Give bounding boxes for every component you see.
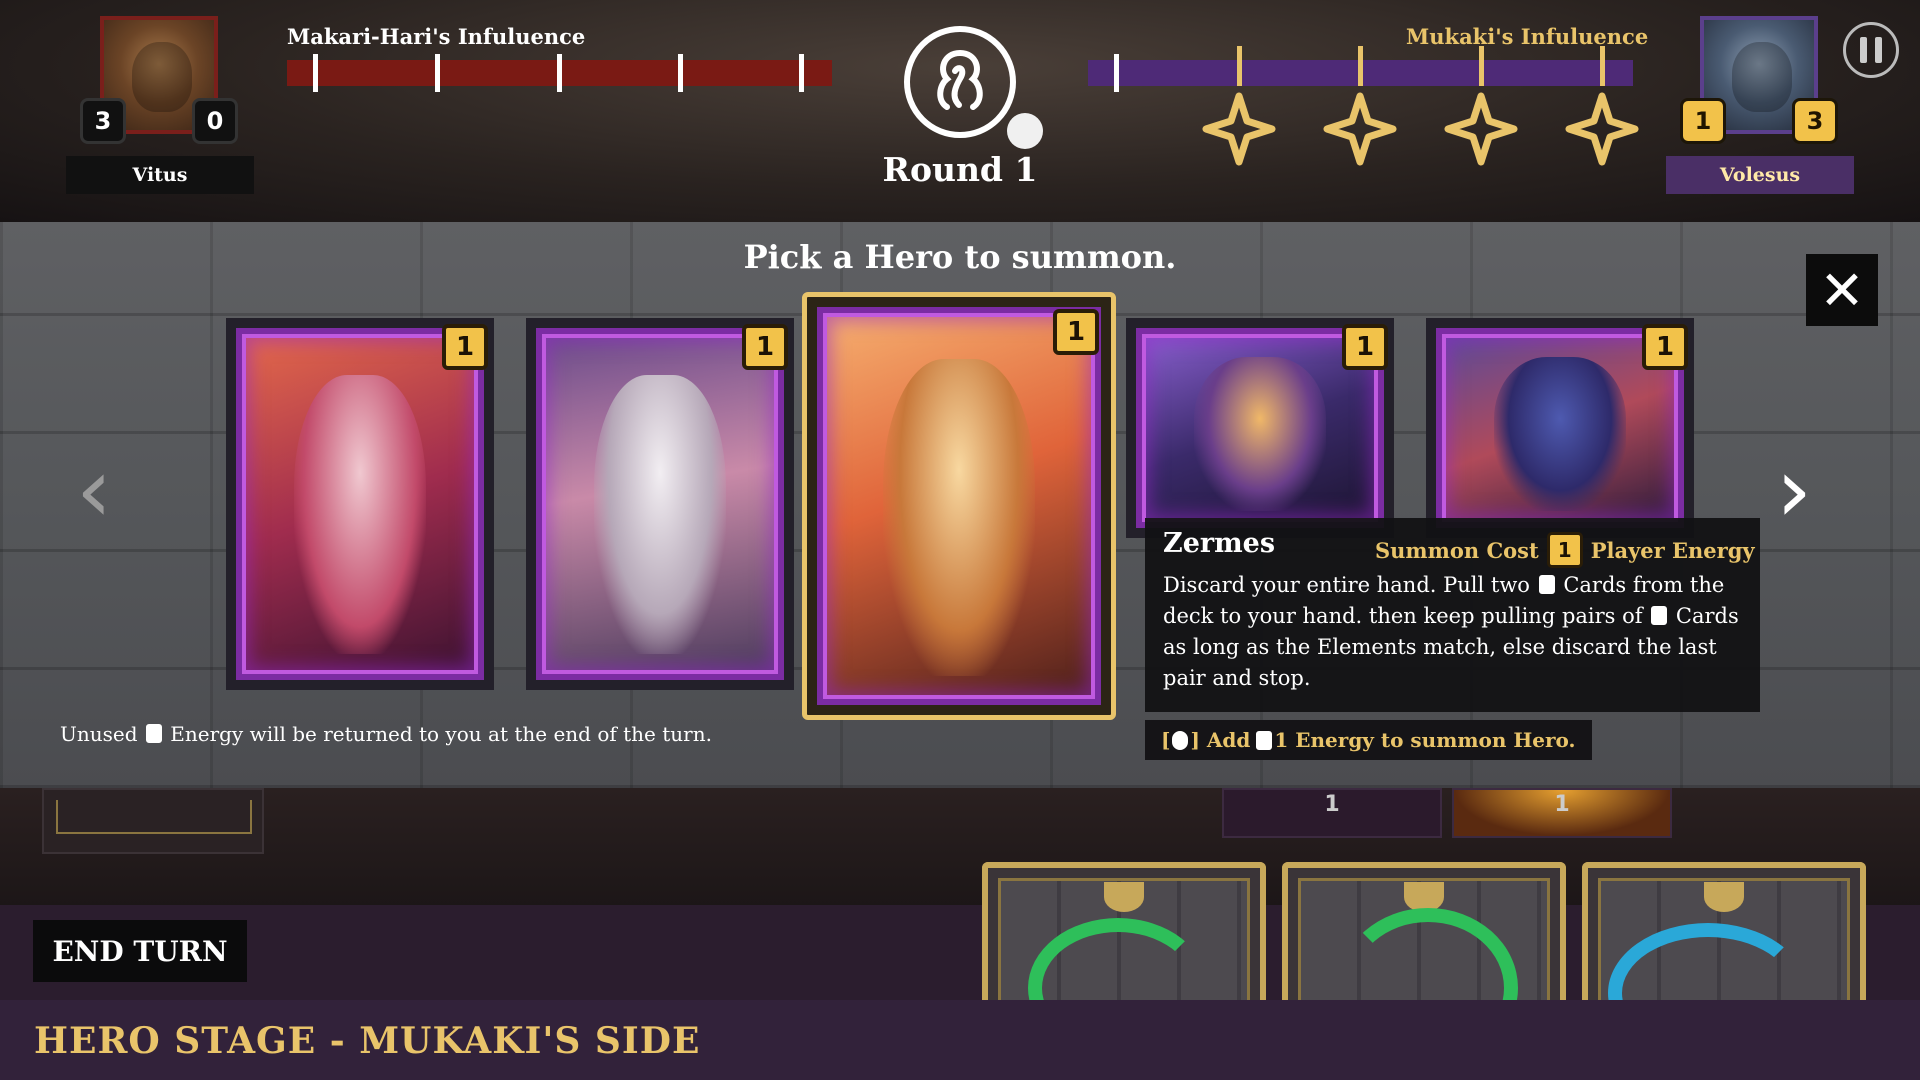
stage-label: HERO STAGE - MUKAKI'S SIDE <box>34 1020 701 1062</box>
hint-text: 1 Energy to summon Hero. <box>1274 728 1576 752</box>
card-icon <box>1538 575 1555 594</box>
summon-cost-badge: 1 <box>1546 532 1583 568</box>
hint-bracket: [ <box>1161 728 1171 752</box>
slot-cost: 1 <box>1554 792 1570 817</box>
round-label: Round 1 <box>882 150 1038 189</box>
player-energy-label: Player Energy <box>1590 537 1755 563</box>
energy-note: Unused Energy will be returned to you at… <box>60 722 712 746</box>
player-name-plate: Vitus <box>66 156 254 194</box>
influence-tick <box>557 54 562 92</box>
pause-icon <box>1860 37 1867 63</box>
previous-arrow-icon[interactable]: ‹ <box>76 446 112 536</box>
emblem-glyph-icon <box>937 50 983 110</box>
hero-tooltip: Zermes Summon Cost 1 Player Energy Disca… <box>1145 518 1760 712</box>
round-emblem <box>904 26 1016 138</box>
card-icon <box>1651 606 1668 625</box>
opponent-board-slot-2[interactable]: 1 <box>1452 788 1672 838</box>
energy-note-suffix: Energy will be returned to you at the en… <box>170 722 712 746</box>
hero-card-art <box>236 328 484 680</box>
influence-tick <box>435 54 440 92</box>
card-cost-badge: 1 <box>442 324 488 370</box>
portrait-face <box>1732 42 1792 112</box>
card-cost-badge: 1 <box>1642 324 1688 370</box>
close-icon: ✕ <box>1819 258 1865 322</box>
influence-tick <box>1237 46 1242 86</box>
hand-card-crest <box>1104 882 1144 912</box>
influence-tick <box>1358 46 1363 86</box>
right-influence-bar <box>1088 46 1633 92</box>
hero-figure <box>1493 356 1627 511</box>
opponent-board-slot-1[interactable]: 1 <box>1222 788 1442 838</box>
left-influence-label: Makari-Hari's Infuluence <box>287 24 586 49</box>
influence-star-icon <box>1202 92 1276 166</box>
influence-star-icon <box>1565 92 1639 166</box>
influence-tick <box>799 54 804 92</box>
hero-name: Zermes <box>1163 528 1276 559</box>
end-turn-button[interactable]: END TURN <box>33 920 247 982</box>
opponent-counter-right: 3 <box>1792 98 1838 144</box>
hero-card-1[interactable]: 1 <box>226 318 494 690</box>
pause-button[interactable] <box>1843 22 1899 78</box>
summon-hint: [ ] Add 1 Energy to summon Hero. <box>1145 720 1592 760</box>
slot-ornament <box>56 800 252 834</box>
hero-card-4[interactable]: 1 <box>1126 318 1394 538</box>
hero-figure <box>293 374 427 654</box>
energy-icon <box>145 724 162 743</box>
turn-indicator-dot <box>1007 113 1043 149</box>
hero-figure <box>1193 356 1327 511</box>
card-cost-badge: 1 <box>742 324 788 370</box>
summon-title: Pick a Hero to summon. <box>743 238 1177 276</box>
hand-card-3[interactable] <box>1582 862 1866 1000</box>
hero-desc-part1: Discard your entire hand. Pull two <box>1163 573 1530 597</box>
summon-cost-row: Summon Cost 1 Player Energy <box>1375 532 1755 568</box>
hint-action: ] Add <box>1190 728 1251 752</box>
opponent-counter-left: 1 <box>1680 98 1726 144</box>
hand-card-1[interactable] <box>982 862 1266 1000</box>
energy-note-prefix: Unused <box>60 722 138 746</box>
left-influence-bar <box>287 54 832 92</box>
player-counter-left: 3 <box>80 98 126 144</box>
hero-description: Discard your entire hand. Pull two Cards… <box>1163 570 1743 694</box>
close-button[interactable]: ✕ <box>1806 254 1878 326</box>
influence-tick <box>1600 46 1605 86</box>
player-board-slot[interactable] <box>42 788 264 854</box>
energy-icon <box>1256 730 1273 750</box>
hero-card-2[interactable]: 1 <box>526 318 794 690</box>
card-cost-badge: 1 <box>1053 309 1099 355</box>
hand-card-crest <box>1704 882 1744 912</box>
influence-tick <box>678 54 683 92</box>
influence-tick <box>313 54 318 92</box>
pause-icon-bar <box>1875 37 1882 63</box>
opponent-name-plate: Volesus <box>1666 156 1854 194</box>
influence-tick <box>1479 46 1484 86</box>
next-arrow-icon[interactable]: › <box>1776 446 1812 536</box>
hand-card-2[interactable] <box>1282 862 1566 1000</box>
portrait-face <box>132 42 192 112</box>
hero-card-3-selected[interactable]: 1 <box>802 292 1116 720</box>
mouse-icon <box>1172 730 1189 750</box>
hero-figure <box>882 359 1036 676</box>
hero-card-art <box>536 328 784 680</box>
slot-cost: 1 <box>1324 792 1340 817</box>
influence-star-icon <box>1444 92 1518 166</box>
hero-figure <box>593 374 727 654</box>
hero-card-art <box>817 307 1101 705</box>
right-influence-label: Mukaki's Infuluence <box>1406 24 1649 49</box>
summon-cost-label: Summon Cost <box>1375 537 1539 563</box>
hero-card-5[interactable]: 1 <box>1426 318 1694 538</box>
player-counter-right: 0 <box>192 98 238 144</box>
influence-star-icon <box>1323 92 1397 166</box>
card-cost-badge: 1 <box>1342 324 1388 370</box>
influence-tick <box>1114 54 1119 92</box>
